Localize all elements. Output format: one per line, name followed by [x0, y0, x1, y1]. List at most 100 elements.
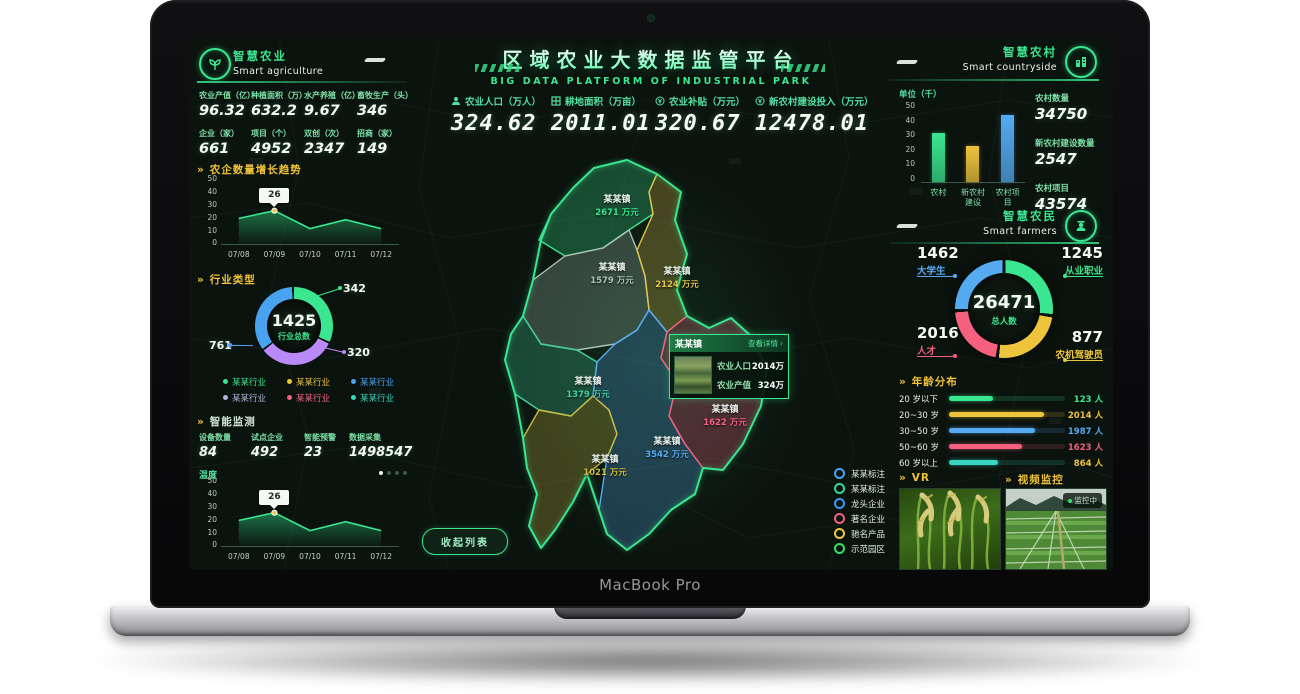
- stat-label: 企业（家）: [199, 128, 239, 139]
- map-legend-item[interactable]: 龙头企业: [834, 496, 885, 511]
- pager-dot[interactable]: [387, 471, 391, 475]
- stat-value: 34750: [1035, 105, 1105, 123]
- kpi-item: 农业补贴（万元） 320.67: [655, 94, 745, 136]
- plot-area: [221, 180, 399, 245]
- stat-value: 492: [251, 445, 283, 460]
- monitoring-badge: 监控中: [1063, 493, 1103, 508]
- stat-label: 农村项目: [1035, 182, 1105, 194]
- connector-line: [1065, 276, 1103, 277]
- tooltip-row: 农业产值324万: [717, 379, 784, 391]
- bar[interactable]: [932, 133, 945, 182]
- map-tooltip: 某某镇 查看详情 农业人口2014万 农业产值324万: [669, 334, 789, 399]
- map-legend: 某某标注 某某标注 龙头企业 著名企业 驰名产品 示范园区: [834, 466, 885, 556]
- map-legend-item[interactable]: 驰名产品: [834, 526, 885, 541]
- legend-ring: [834, 468, 845, 479]
- webcam-icon: [647, 14, 655, 22]
- panel-title: 智慧农民: [889, 208, 1057, 224]
- video-monitor-image[interactable]: 监控中: [1005, 488, 1107, 570]
- map-legend-item[interactable]: 示范园区: [834, 541, 885, 556]
- stat-label: 数据采集: [349, 432, 412, 443]
- connector-dot: [953, 354, 957, 358]
- stat-label: 新农村建设数量: [1035, 137, 1105, 149]
- live-dot-icon: [1068, 499, 1072, 503]
- region-label: 某某镇1021 万元: [583, 452, 627, 478]
- section-title-vr: »VR: [899, 472, 930, 484]
- map-legend-item[interactable]: 某某标注: [834, 466, 885, 481]
- stat-label: 试点企业: [251, 432, 283, 443]
- bar[interactable]: [1001, 115, 1014, 182]
- tooltip-thumbnail: [674, 356, 712, 394]
- panel-subtitle: Smart agriculture: [233, 66, 323, 77]
- page-subtitle: BIG DATA PLATFORM OF INDUSTRIAL PARK: [419, 76, 883, 87]
- bar-label: 新农村建设: [958, 188, 988, 208]
- legend-dot: [223, 379, 228, 384]
- age-bar: [949, 460, 998, 465]
- double-arrow-icon: »: [1005, 474, 1013, 486]
- legend-dot: [351, 379, 356, 384]
- panel-title: 智慧农村: [889, 44, 1057, 60]
- kpi-value: 12478.01: [755, 111, 874, 136]
- stat-value: 23: [304, 445, 336, 460]
- panel-smart-agriculture: 智慧农业 Smart agriculture 农业产值（亿）96.32 种植面积…: [197, 44, 409, 568]
- callout-line: [317, 289, 338, 297]
- map-legend-item[interactable]: 著名企业: [834, 511, 885, 526]
- pager-dot-active[interactable]: [379, 471, 383, 475]
- pager-dot[interactable]: [403, 471, 407, 475]
- kpi-item: 新农村建设投入（万元） 12478.01: [755, 94, 874, 136]
- legend-item[interactable]: 某某行业: [287, 392, 330, 404]
- kpi-value: 324.62: [451, 111, 541, 136]
- stat-value: 4952: [251, 141, 291, 157]
- collapse-list-button[interactable]: 收起列表: [422, 528, 508, 555]
- kpi-item: 耕地面积（万亩） 2011.01: [551, 94, 651, 136]
- kpi-row: 农业人口（万人） 324.62 耕地面积（万亩） 2011.01 农业补贴（万元…: [419, 94, 883, 142]
- chart-pager-dots[interactable]: [379, 471, 407, 475]
- kpi-item: 农业人口（万人） 324.62: [451, 94, 541, 136]
- investment-coin-icon: [755, 96, 765, 106]
- pager-dot[interactable]: [395, 471, 399, 475]
- stat-value: 84: [199, 445, 231, 460]
- double-arrow-icon: »: [899, 376, 907, 388]
- header-dash-decor: [896, 60, 918, 64]
- y-axis: 50403020100: [893, 102, 915, 182]
- bar[interactable]: [966, 146, 979, 182]
- header-dash-decor: [896, 224, 918, 228]
- bars: [921, 104, 1025, 183]
- legend-ring: [834, 528, 845, 539]
- map-legend-item[interactable]: 某某标注: [834, 481, 885, 496]
- stat-value: 1498547: [349, 445, 412, 460]
- legend-item[interactable]: 某某行业: [223, 376, 266, 388]
- industry-total-label: 行业总数: [278, 331, 310, 342]
- connector-dot: [1063, 274, 1067, 278]
- countryside-stats: 农村数量 34750 新农村建设数量 2547 农村项目 43574: [1035, 92, 1105, 213]
- vr-image[interactable]: [899, 488, 1001, 570]
- bar-chart-unit: 单位（千）: [899, 88, 942, 100]
- legend-item[interactable]: 某某行业: [351, 376, 394, 388]
- callout-dot: [228, 343, 232, 347]
- legend-item[interactable]: 某某行业: [223, 392, 266, 404]
- age-bar: [949, 412, 1044, 417]
- age-bar: [949, 444, 1022, 449]
- callout-line: [231, 345, 253, 346]
- laptop-base: [110, 606, 1190, 636]
- stat-value: 96.32: [199, 103, 255, 119]
- legend-item[interactable]: 某某行业: [287, 376, 330, 388]
- double-arrow-icon: »: [197, 416, 205, 428]
- header-dash-decor: [364, 58, 386, 62]
- callout-dot: [342, 350, 346, 354]
- tooltip-region-name: 某某镇: [675, 337, 702, 350]
- legend-ring: [834, 483, 845, 494]
- stat-value: 149: [357, 141, 397, 157]
- double-arrow-icon: »: [197, 274, 205, 286]
- stat-label: 种植面积（万）: [251, 90, 307, 101]
- stat-label: 农业产值（亿）: [199, 90, 255, 101]
- region-label: 某某镇1379 万元: [566, 374, 610, 400]
- hazard-stripes-left: [475, 64, 519, 72]
- tooltip-row: 农业人口2014万: [717, 360, 784, 372]
- bar-label: 农村项目: [993, 188, 1023, 208]
- countryside-bar-chart: 50403020100 农村 新农村建设 农村项目: [889, 100, 1029, 216]
- age-bar-track: [949, 412, 1065, 417]
- legend-item[interactable]: 某某行业: [351, 392, 394, 404]
- age-bar-track: [949, 396, 1065, 401]
- industry-donut-chart[interactable]: 1425 行业总数: [255, 287, 333, 365]
- view-details-link[interactable]: 查看详情: [748, 338, 783, 349]
